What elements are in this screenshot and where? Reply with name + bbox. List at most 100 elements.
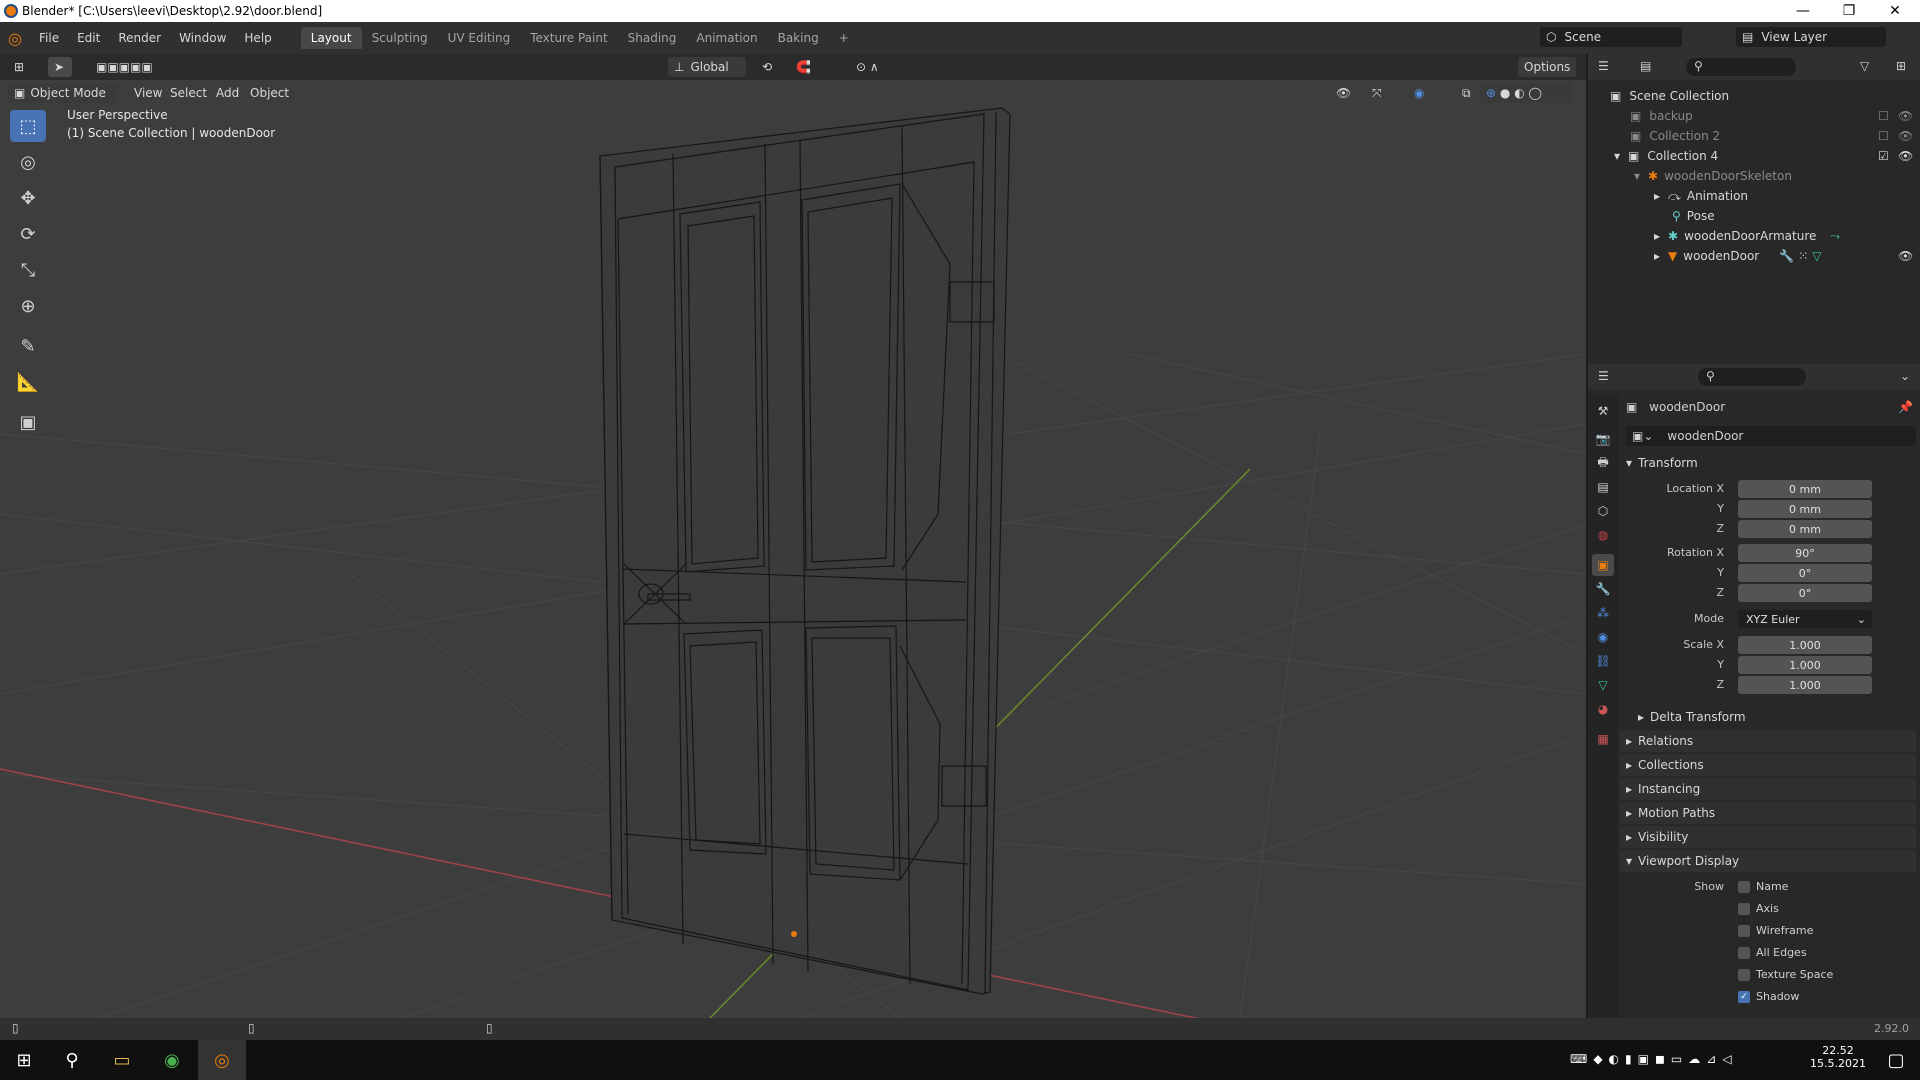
new-collection-icon[interactable]: ⊞ [1896, 59, 1906, 73]
minimize-button[interactable]: — [1780, 0, 1826, 22]
add-cube-icon[interactable]: ▣ [10, 406, 46, 438]
viewport-display-section-header[interactable]: ▾ Viewport Display [1620, 850, 1916, 872]
exclude-checkbox[interactable]: ☐ [1878, 109, 1889, 123]
select-box-icon[interactable]: ⬚ [10, 110, 46, 142]
tab-texture-paint[interactable]: Texture Paint [520, 27, 617, 49]
transform-orientation-dropdown[interactable]: ⊥ Global [668, 57, 746, 77]
outliner-item-collection-2[interactable]: ▣ Collection 2 ☐ 👁 [1588, 126, 1920, 146]
tab-baking[interactable]: Baking [768, 27, 829, 49]
notifications-icon[interactable]: ▢ [1872, 1040, 1920, 1080]
tool-tab-icon[interactable]: ⚒ [1592, 400, 1614, 422]
expand-arrow-icon[interactable]: ▸ [1654, 229, 1660, 243]
particles-tab-icon[interactable]: ⁂ [1592, 602, 1614, 624]
eye-icon[interactable]: 👁 [1898, 109, 1913, 123]
expand-arrow-icon[interactable]: ▸ [1654, 249, 1660, 263]
scale-z-field[interactable]: 1.000 [1738, 676, 1872, 694]
view-layer-tab-icon[interactable]: ▤ [1592, 476, 1614, 498]
xray-icon[interactable]: ⧉ [1456, 83, 1477, 103]
cursor-icon[interactable]: ◎ [10, 146, 46, 178]
object-mode-dropdown[interactable]: ▣ Object Mode [8, 83, 118, 103]
menu-help[interactable]: Help [235, 31, 280, 45]
menu-render[interactable]: Render [109, 31, 170, 45]
show-wireframe-option[interactable]: Wireframe [1738, 924, 1813, 937]
scale-icon[interactable]: ⤡ [10, 254, 46, 286]
transform-section-header[interactable]: ▾ Transform [1620, 452, 1916, 474]
exclude-checkbox[interactable]: ☐ [1878, 129, 1889, 143]
outliner-editor-icon[interactable]: ☰ [1598, 59, 1609, 73]
axis-checkbox[interactable] [1738, 903, 1750, 915]
solid-shading-icon[interactable]: ● [1500, 86, 1510, 100]
selection-modes-icon[interactable]: ▣▣▣▣▣ [90, 57, 159, 77]
wireframe-checkbox[interactable] [1738, 925, 1750, 937]
expand-arrow-icon[interactable]: ▾ [1614, 149, 1620, 163]
exclude-checkbox[interactable]: ☑ [1878, 149, 1889, 163]
overlays-icon[interactable]: ◉ [1408, 83, 1430, 103]
object-name-field[interactable]: ▣⌄ woodenDoor [1626, 426, 1916, 446]
show-shadow-option[interactable]: ✓ Shadow [1738, 990, 1799, 1003]
render-tab-icon[interactable]: 📷 [1592, 428, 1614, 450]
select-tool-icon[interactable]: ➤ [48, 57, 72, 77]
rotate-icon[interactable]: ⟳ [10, 218, 46, 250]
expand-arrow-icon[interactable]: ▾ [1634, 169, 1640, 183]
motion-paths-section-header[interactable]: ▸ Motion Paths [1620, 802, 1916, 824]
blender-menu-icon[interactable]: ◎ [0, 29, 30, 48]
visibility-section-header[interactable]: ▸ Visibility [1620, 826, 1916, 848]
properties-search-input[interactable]: ⚲ [1698, 368, 1806, 386]
viewport-menu-add[interactable]: Add [210, 83, 245, 103]
modifier-tab-icon[interactable]: 🔧 [1592, 578, 1614, 600]
object-tab-icon[interactable]: ▣ [1592, 554, 1614, 576]
data-tab-icon[interactable]: ▽ [1592, 674, 1614, 696]
outliner-item-armature[interactable]: ▸ ✱ woodenDoorArmature ⤳ [1588, 226, 1920, 246]
shadow-checkbox[interactable]: ✓ [1738, 991, 1750, 1003]
system-tray-icons[interactable]: ⌨◆◐▮▣◼▭☁⊿◁ [1570, 1052, 1738, 1066]
tab-animation[interactable]: Animation [686, 27, 767, 49]
3d-viewport[interactable]: User Perspective (1) Scene Collection | … [0, 54, 1586, 1018]
gizmo-icon[interactable]: ⤧ [1366, 83, 1388, 103]
scale-y-field[interactable]: 1.000 [1738, 656, 1872, 674]
chrome-icon[interactable]: ◉ [148, 1040, 196, 1080]
expand-arrow-icon[interactable]: ▸ [1654, 189, 1660, 203]
tab-sculpting[interactable]: Sculpting [362, 27, 438, 49]
view-layer-selector[interactable]: ▤ View Layer [1736, 27, 1886, 47]
tab-uv-editing[interactable]: UV Editing [438, 27, 521, 49]
editor-type-icon[interactable]: ⊞ [8, 57, 30, 77]
delta-transform-header[interactable]: ▸ Delta Transform [1632, 706, 1912, 728]
annotate-icon[interactable]: ✎ [10, 330, 46, 362]
output-tab-icon[interactable]: 🖶 [1592, 452, 1614, 474]
rotation-mode-dropdown[interactable]: XYZ Euler ⌄ [1738, 610, 1872, 628]
viewport-menu-object[interactable]: Object [244, 83, 295, 103]
outliner-item-backup[interactable]: ▣ backup ☐ 👁 [1588, 106, 1920, 126]
material-shading-icon[interactable]: ◐ [1514, 86, 1524, 100]
proportional-edit-icon[interactable]: ⊙ ∧ [850, 57, 885, 77]
outliner-search-input[interactable]: ⚲ [1686, 58, 1796, 76]
tab-layout[interactable]: Layout [300, 27, 362, 49]
chevron-down-icon[interactable]: ⌄ [1900, 369, 1910, 383]
move-icon[interactable]: ✥ [10, 182, 46, 214]
show-texture-space-option[interactable]: Texture Space [1738, 968, 1833, 981]
rotation-z-field[interactable]: 0° [1738, 584, 1872, 602]
snap-icon[interactable]: 🧲 [790, 57, 817, 77]
location-z-field[interactable]: 0 mm [1738, 520, 1872, 538]
instancing-section-header[interactable]: ▸ Instancing [1620, 778, 1916, 800]
show-axis-option[interactable]: Axis [1738, 902, 1779, 915]
clock[interactable]: 22.52 15.5.2021 [1808, 1044, 1868, 1070]
material-tab-icon[interactable]: ◕ [1592, 698, 1614, 720]
outliner-item-animation[interactable]: ▸ ⤼ Animation [1588, 186, 1920, 206]
close-button[interactable]: ✕ [1872, 0, 1918, 22]
pin-icon[interactable]: 📌 [1898, 400, 1913, 414]
maximize-button[interactable]: ❐ [1826, 0, 1872, 22]
all-edges-checkbox[interactable] [1738, 947, 1750, 959]
texture-tab-icon[interactable]: ▦ [1592, 728, 1614, 750]
measure-icon[interactable]: 📐 [10, 366, 46, 398]
properties-editor-icon[interactable]: ☰ [1598, 369, 1609, 383]
outliner-item-collection-4[interactable]: ▾ ▣ Collection 4 ☑ 👁 [1588, 146, 1920, 166]
menu-file[interactable]: File [30, 31, 68, 45]
show-all-edges-option[interactable]: All Edges [1738, 946, 1807, 959]
texture-space-checkbox[interactable] [1738, 969, 1750, 981]
scene-selector[interactable]: ⬡ Scene [1540, 27, 1682, 47]
collections-section-header[interactable]: ▸ Collections [1620, 754, 1916, 776]
relations-section-header[interactable]: ▸ Relations [1620, 730, 1916, 752]
outliner-scene-collection[interactable]: ▣ Scene Collection [1588, 86, 1920, 106]
search-icon[interactable]: ⚲ [48, 1040, 96, 1080]
options-dropdown[interactable]: Options [1518, 57, 1577, 77]
